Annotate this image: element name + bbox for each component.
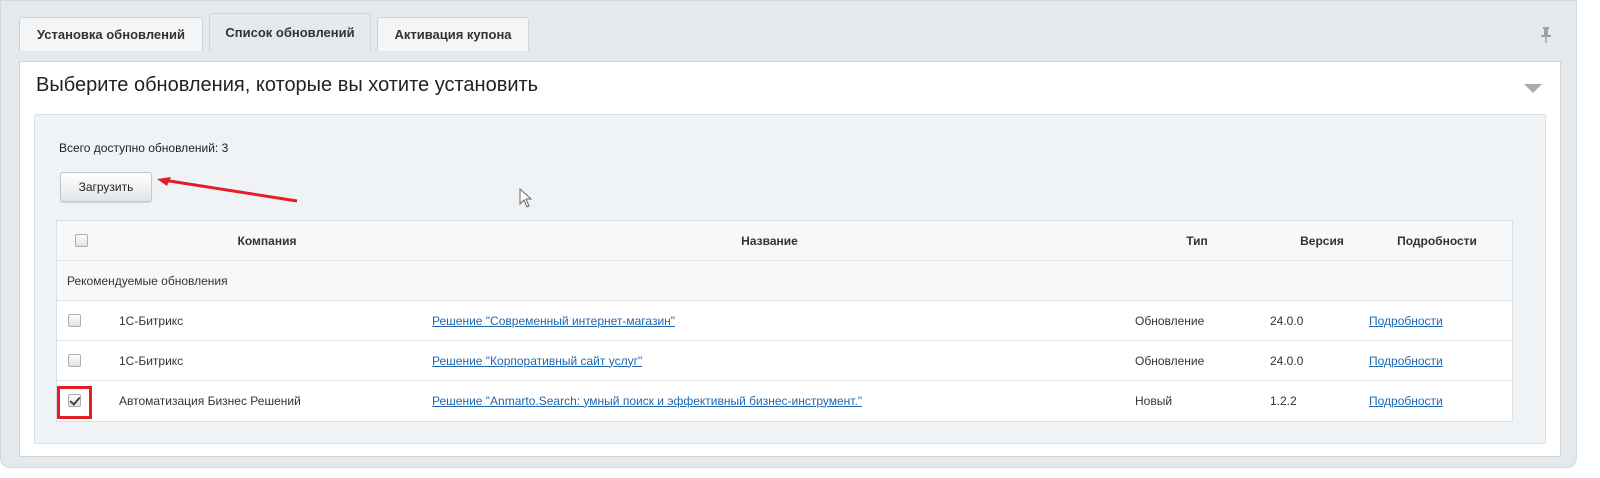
updates-table: Компания Название Тип Версия Подробности… <box>56 220 1513 422</box>
header-type: Тип <box>1186 233 1208 248</box>
row-company: 1С-Битрикс <box>119 313 184 328</box>
row-checkbox[interactable] <box>68 314 81 327</box>
table-row: Автоматизация Бизнес Решений Решение "An… <box>57 381 1512 421</box>
select-all-checkbox[interactable] <box>75 234 88 247</box>
updates-content: Всего доступно обновлений: 3 Загрузить К… <box>34 114 1546 444</box>
row-name-link[interactable]: Решение "Корпоративный сайт услуг" <box>432 354 642 368</box>
row-details-link[interactable]: Подробности <box>1369 394 1443 408</box>
window-frame: Установка обновлений Список обновлений А… <box>0 0 1577 468</box>
table-row: 1С-Битрикс Решение "Корпоративный сайт у… <box>57 341 1512 381</box>
mouse-cursor-icon <box>519 188 533 208</box>
header-name: Название <box>741 233 798 248</box>
tab-install-updates[interactable]: Установка обновлений <box>19 17 203 51</box>
tab-coupon-activation[interactable]: Активация купона <box>377 17 529 51</box>
group-label: Рекомендуемые обновления <box>67 273 228 288</box>
group-row: Рекомендуемые обновления <box>57 261 1512 301</box>
row-name-link[interactable]: Решение "Современный интернет-магазин" <box>432 314 675 328</box>
row-checkbox[interactable] <box>68 394 81 407</box>
collapse-icon[interactable] <box>1524 84 1542 93</box>
row-details-link[interactable]: Подробности <box>1369 354 1443 368</box>
panel-title: Выберите обновления, которые вы хотите у… <box>36 74 539 96</box>
row-version: 24.0.0 <box>1270 313 1304 328</box>
table-header-row: Компания Название Тип Версия Подробности <box>57 221 1512 261</box>
row-company: Автоматизация Бизнес Решений <box>119 393 301 408</box>
tab-updates-list[interactable]: Список обновлений <box>209 13 371 51</box>
header-details: Подробности <box>1397 233 1477 248</box>
pin-icon[interactable] <box>1540 27 1552 43</box>
row-type: Обновление <box>1135 313 1205 328</box>
row-checkbox[interactable] <box>68 354 81 367</box>
row-version: 24.0.0 <box>1270 353 1304 368</box>
annotation-arrow <box>157 177 298 203</box>
table-row: 1С-Битрикс Решение "Современный интернет… <box>57 301 1512 341</box>
row-type: Обновление <box>1135 353 1205 368</box>
row-details-link[interactable]: Подробности <box>1369 314 1443 328</box>
row-type: Новый <box>1135 393 1173 408</box>
updates-panel: Выберите обновления, которые вы хотите у… <box>19 61 1561 457</box>
load-button[interactable]: Загрузить <box>60 172 152 202</box>
header-version: Версия <box>1300 233 1344 248</box>
row-name-link[interactable]: Решение "Anmarto.Search: умный поиск и э… <box>432 394 862 408</box>
total-updates-text: Всего доступно обновлений: 3 <box>59 141 229 155</box>
row-company: 1С-Битрикс <box>119 353 184 368</box>
header-company: Компания <box>237 233 297 248</box>
row-version: 1.2.2 <box>1270 393 1297 408</box>
